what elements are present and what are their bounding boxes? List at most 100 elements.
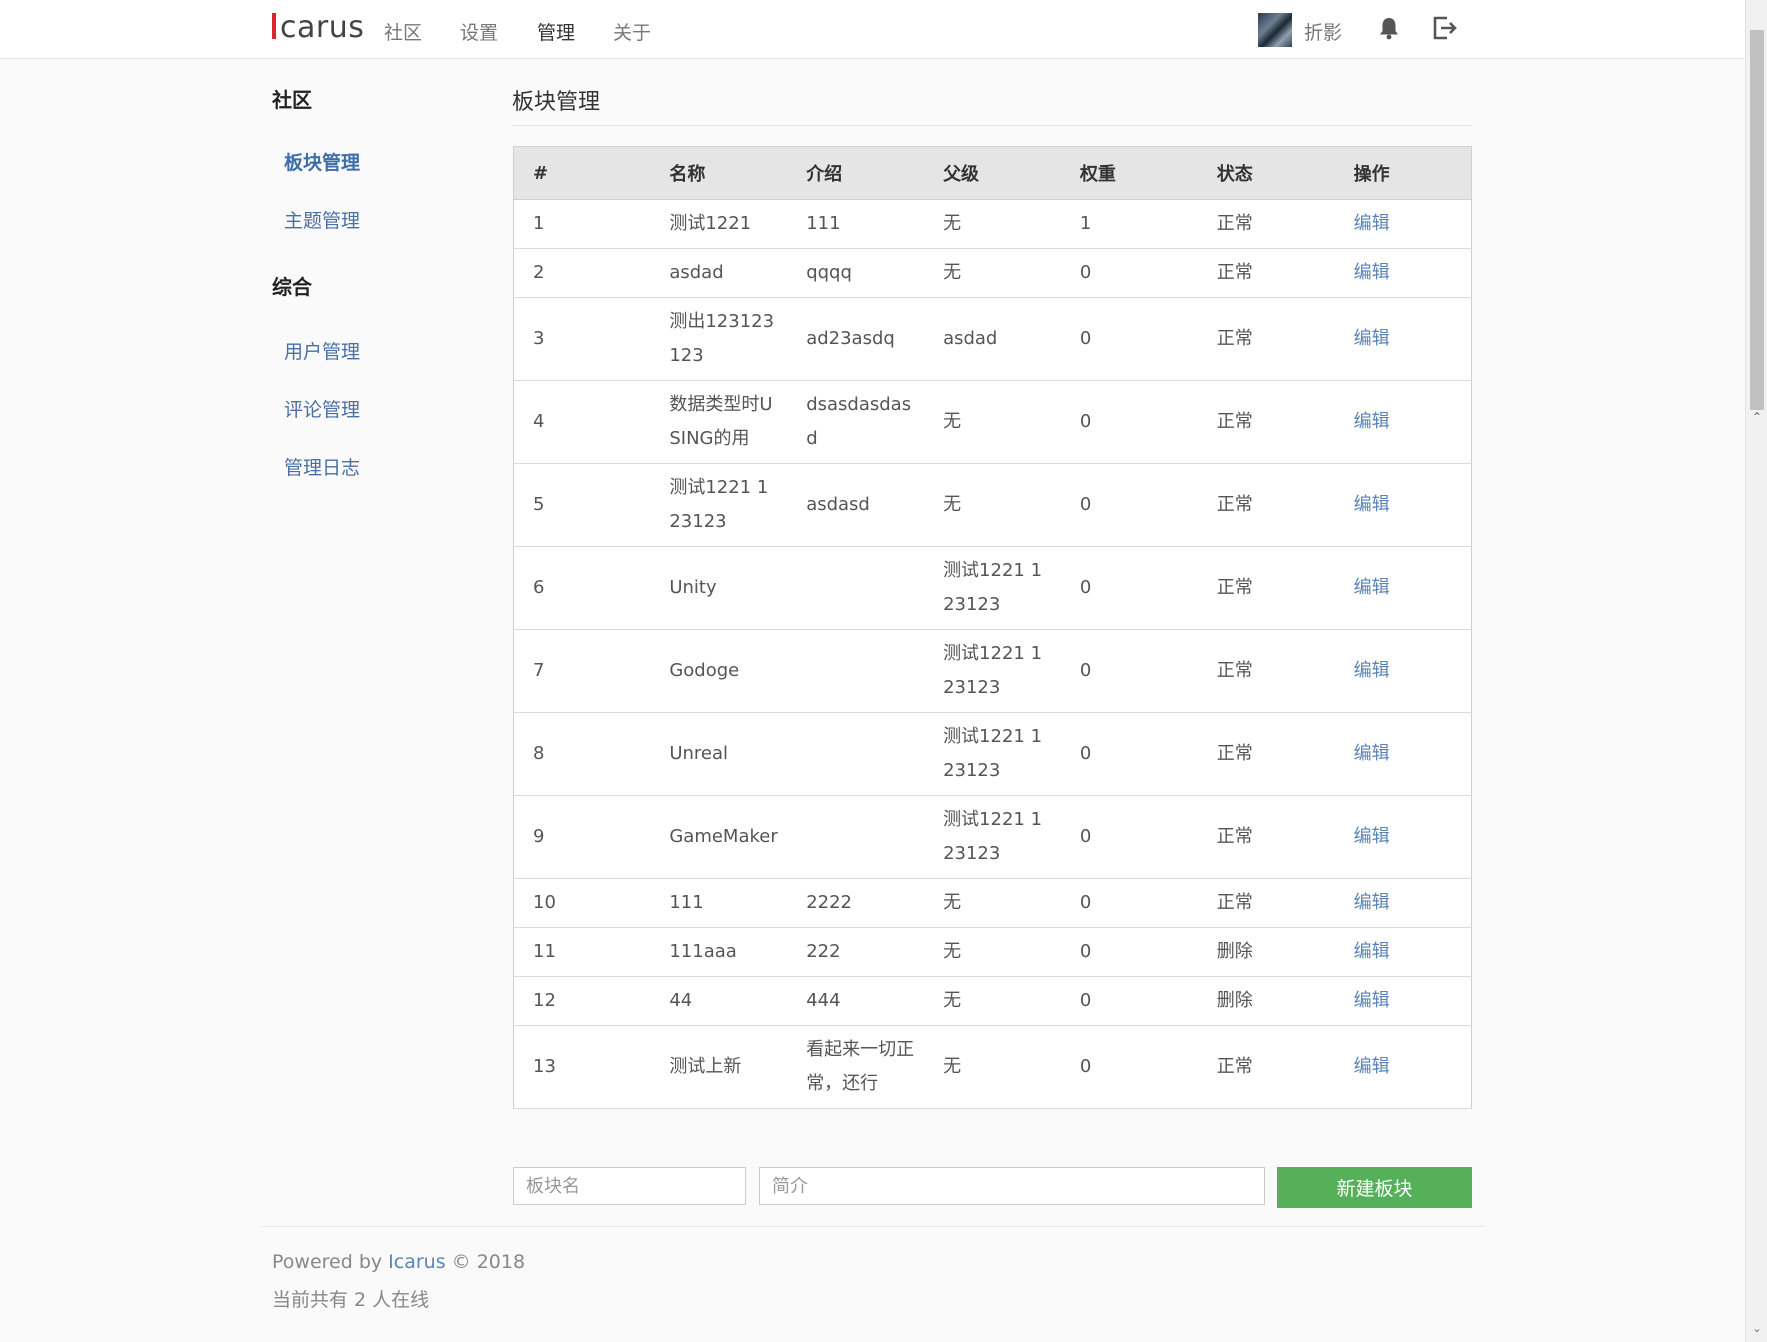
cell-state: 正常 — [1197, 199, 1335, 249]
cell-parent: 无 — [924, 380, 1061, 464]
cell-weight: 0 — [1060, 795, 1198, 879]
cell-id: 1 — [513, 199, 651, 249]
cell-action: 编辑 — [1334, 546, 1472, 630]
edit-link[interactable]: 编辑 — [1354, 990, 1390, 1011]
cell-brief — [787, 546, 925, 630]
edit-link[interactable]: 编辑 — [1354, 213, 1390, 234]
edit-link[interactable]: 编辑 — [1354, 826, 1390, 847]
cell-parent: 无 — [924, 248, 1061, 298]
cell-parent: 无 — [924, 199, 1061, 249]
sidebar-item-topics[interactable]: 主题管理 — [284, 206, 360, 233]
cell-name: 测试1221 — [650, 199, 788, 249]
footer-divider — [262, 1226, 1484, 1227]
sidebar-item-comments[interactable]: 评论管理 — [284, 395, 360, 422]
cell-weight: 0 — [1060, 878, 1198, 928]
logout-icon[interactable] — [1432, 15, 1458, 41]
col-header-state: 状态 — [1197, 146, 1335, 200]
table-row: 1 测试1221 111 无 1 正常 编辑 — [513, 199, 1472, 249]
cell-parent: 无 — [924, 927, 1061, 977]
edit-link[interactable]: 编辑 — [1354, 262, 1390, 283]
cell-brief — [787, 712, 925, 796]
table-row: 11 111aaa 222 无 0 删除 编辑 — [513, 927, 1472, 977]
sidebar-item-boards[interactable]: 板块管理 — [284, 148, 360, 175]
sidebar-group-community: 社区 — [272, 88, 312, 112]
cell-brief: 111 — [787, 199, 925, 249]
cell-name: 数据类型时USING的用 — [650, 380, 788, 464]
table-row: 5 测试1221 123123 asdasd 无 0 正常 编辑 — [513, 463, 1472, 547]
title-divider — [512, 125, 1472, 126]
edit-link[interactable]: 编辑 — [1354, 1056, 1390, 1077]
cell-name: Godoge — [650, 629, 788, 713]
bell-icon[interactable] — [1378, 16, 1400, 40]
cell-name: GameMaker — [650, 795, 788, 879]
cell-action: 编辑 — [1334, 927, 1472, 977]
brand-text: carus — [280, 10, 365, 45]
table-body: 1 测试1221 111 无 1 正常 编辑 2 asdad qqqq 无 0 正常 编辑 3 测出12312… — [513, 199, 1472, 1109]
cell-weight: 0 — [1060, 1025, 1198, 1109]
cell-action: 编辑 — [1334, 463, 1472, 547]
edit-link[interactable]: 编辑 — [1354, 743, 1390, 764]
cell-name: 44 — [650, 976, 788, 1026]
cell-name: Unreal — [650, 712, 788, 796]
cell-state: 正常 — [1197, 629, 1335, 713]
edit-link[interactable]: 编辑 — [1354, 494, 1390, 515]
page-scrollbar[interactable]: ⌃ ⌄ — [1745, 0, 1767, 1342]
edit-link[interactable]: 编辑 — [1354, 577, 1390, 598]
edit-link[interactable]: 编辑 — [1354, 892, 1390, 913]
scroll-down-icon[interactable]: ⌄ — [1746, 1322, 1767, 1335]
footer-powered: Powered by Icarus © 2018 — [272, 1251, 525, 1273]
cell-state: 正常 — [1197, 878, 1335, 928]
cell-action: 编辑 — [1334, 199, 1472, 249]
create-board-button[interactable]: 新建板块 — [1277, 1167, 1472, 1208]
avatar[interactable] — [1258, 13, 1292, 47]
cell-action: 编辑 — [1334, 629, 1472, 713]
cell-weight: 0 — [1060, 976, 1198, 1026]
cell-action: 编辑 — [1334, 976, 1472, 1026]
cell-id: 5 — [513, 463, 651, 547]
board-brief-input[interactable] — [759, 1167, 1265, 1205]
cell-brief: 444 — [787, 976, 925, 1026]
cell-name: asdad — [650, 248, 788, 298]
col-header-id: # — [513, 146, 651, 200]
cell-weight: 0 — [1060, 297, 1198, 381]
cell-parent: 测试1221 123123 — [924, 629, 1061, 713]
brand-mark — [272, 13, 276, 39]
col-header-weight: 权重 — [1060, 146, 1198, 200]
nav-admin[interactable]: 管理 — [537, 18, 575, 45]
cell-brief: dsasdasdasd — [787, 380, 925, 464]
edit-link[interactable]: 编辑 — [1354, 941, 1390, 962]
nav-about[interactable]: 关于 — [613, 18, 651, 45]
table-row: 7 Godoge 测试1221 123123 0 正常 编辑 — [513, 629, 1472, 713]
sidebar-item-logs[interactable]: 管理日志 — [284, 453, 360, 480]
brand-logo[interactable]: carus — [272, 10, 364, 45]
footer-powered-prefix: Powered by — [272, 1251, 389, 1273]
cell-weight: 1 — [1060, 199, 1198, 249]
col-header-name: 名称 — [650, 146, 788, 200]
cell-id: 7 — [513, 629, 651, 713]
table-row: 3 测出123123123 ad23asdq asdad 0 正常 编辑 — [513, 297, 1472, 381]
cell-brief: asdasd — [787, 463, 925, 547]
nav-settings[interactable]: 设置 — [460, 18, 498, 45]
scroll-caret-icon: ⌃ — [1751, 410, 1763, 424]
nav-community[interactable]: 社区 — [384, 18, 422, 45]
cell-name: 111 — [650, 878, 788, 928]
edit-link[interactable]: 编辑 — [1354, 660, 1390, 681]
username[interactable]: 折影 — [1304, 18, 1342, 45]
cell-id: 4 — [513, 380, 651, 464]
board-name-input[interactable] — [513, 1167, 746, 1205]
edit-link[interactable]: 编辑 — [1354, 328, 1390, 349]
sidebar-group-general: 综合 — [272, 275, 312, 299]
footer-icarus-link[interactable]: Icarus — [388, 1251, 445, 1273]
footer-online-count: 当前共有 2 人在线 — [272, 1289, 430, 1311]
cell-parent: asdad — [924, 297, 1061, 381]
cell-brief — [787, 629, 925, 713]
cell-brief: ad23asdq — [787, 297, 925, 381]
cell-id: 11 — [513, 927, 651, 977]
sidebar-item-users[interactable]: 用户管理 — [284, 337, 360, 364]
scroll-thumb[interactable] — [1750, 30, 1764, 410]
edit-link[interactable]: 编辑 — [1354, 411, 1390, 432]
table-row: 8 Unreal 测试1221 123123 0 正常 编辑 — [513, 712, 1472, 796]
cell-name: 测出123123123 — [650, 297, 788, 381]
cell-id: 3 — [513, 297, 651, 381]
cell-parent: 无 — [924, 976, 1061, 1026]
